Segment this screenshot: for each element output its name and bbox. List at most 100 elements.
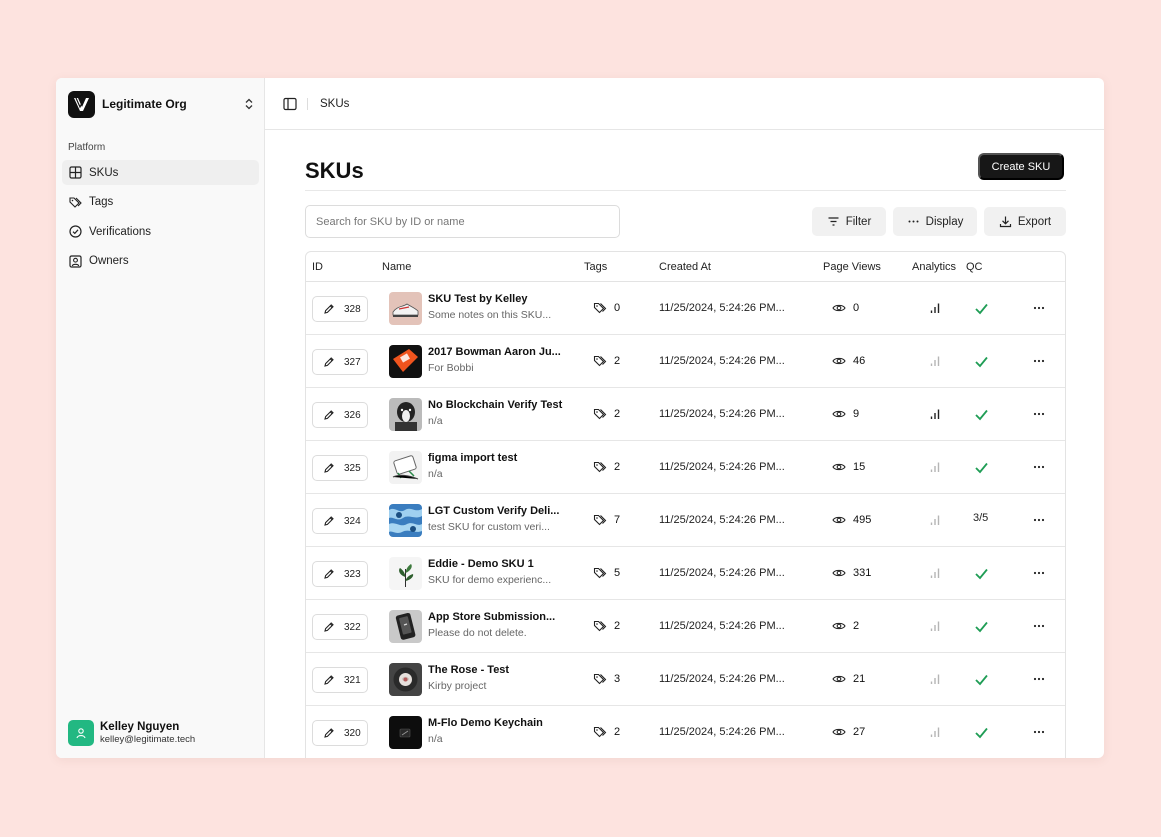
- sku-thumbnail[interactable]: [389, 292, 422, 325]
- sku-page-views: 495: [832, 513, 871, 527]
- pencil-icon: [324, 675, 334, 685]
- column-header-name[interactable]: Name: [382, 261, 411, 273]
- bar-chart-icon[interactable]: [928, 513, 942, 527]
- edit-sku-button[interactable]: 328: [312, 296, 368, 322]
- sku-thumbnail[interactable]: [389, 451, 422, 484]
- column-header-created-at[interactable]: Created At: [659, 261, 711, 273]
- more-options-icon[interactable]: [1031, 459, 1047, 475]
- table-row[interactable]: 323 Eddie - Demo SKU 1 SKU for demo experi…: [306, 547, 1065, 600]
- sku-thumbnail[interactable]: [389, 557, 422, 590]
- sku-name[interactable]: LGT Custom Verify Deli...: [428, 505, 568, 517]
- edit-sku-button[interactable]: 320: [312, 720, 368, 746]
- filter-button[interactable]: Filter: [812, 207, 886, 236]
- sku-name[interactable]: The Rose - Test: [428, 664, 568, 676]
- sku-thumbnail[interactable]: [389, 504, 422, 537]
- export-button[interactable]: Export: [984, 207, 1066, 236]
- more-options-icon[interactable]: [1031, 353, 1047, 369]
- column-header-tags[interactable]: Tags: [584, 261, 607, 273]
- sku-note: Please do not delete.: [428, 627, 527, 639]
- sku-tags[interactable]: 2: [593, 725, 620, 739]
- sidebar-item-tags[interactable]: Tags: [62, 190, 259, 215]
- sidebar-toggle-icon[interactable]: [283, 97, 297, 111]
- create-sku-button[interactable]: Create SKU: [978, 153, 1064, 180]
- sku-name[interactable]: 2017 Bowman Aaron Ju...: [428, 346, 568, 358]
- column-header-page-views[interactable]: Page Views: [823, 261, 881, 273]
- table-row[interactable]: 321 The Rose - Test Kirby project 3 11/25/20…: [306, 653, 1065, 706]
- bar-chart-icon[interactable]: [928, 407, 942, 421]
- sku-tags[interactable]: 2: [593, 354, 620, 368]
- sku-name[interactable]: No Blockchain Verify Test: [428, 399, 568, 411]
- more-options-icon[interactable]: [1031, 300, 1047, 316]
- bar-chart-icon[interactable]: [928, 672, 942, 686]
- column-header-analytics[interactable]: Analytics: [912, 261, 956, 273]
- sku-tags[interactable]: 5: [593, 566, 620, 580]
- sku-tags[interactable]: 7: [593, 513, 620, 527]
- edit-sku-button[interactable]: 327: [312, 349, 368, 375]
- edit-sku-button[interactable]: 326: [312, 402, 368, 428]
- sku-thumbnail[interactable]: [389, 398, 422, 431]
- sku-thumbnail[interactable]: [389, 663, 422, 696]
- sku-name[interactable]: App Store Submission...: [428, 611, 568, 623]
- eye-icon: [832, 622, 846, 630]
- grid-icon: [69, 166, 82, 179]
- bar-chart-icon[interactable]: [928, 725, 942, 739]
- more-options-icon[interactable]: [1031, 565, 1047, 581]
- check-icon: [975, 568, 988, 580]
- search-input[interactable]: [305, 205, 620, 238]
- table-row[interactable]: 320 M-Flo Demo Keychain n/a 2 11/25/2024, 5:…: [306, 706, 1065, 758]
- sku-page-views: 9: [832, 407, 859, 421]
- sku-thumbnail[interactable]: [389, 716, 422, 749]
- edit-sku-button[interactable]: 323: [312, 561, 368, 587]
- edit-sku-button[interactable]: 322: [312, 614, 368, 640]
- more-options-icon[interactable]: [1031, 724, 1047, 740]
- check-icon: [975, 727, 988, 739]
- table-row[interactable]: 328 SKU Test by Kelley Some notes on this …: [306, 282, 1065, 335]
- sku-name[interactable]: SKU Test by Kelley: [428, 293, 568, 305]
- sidebar-item-verifications[interactable]: Verifications: [62, 219, 259, 244]
- edit-sku-button[interactable]: 321: [312, 667, 368, 693]
- sku-note: n/a: [428, 468, 443, 480]
- sku-tags[interactable]: 2: [593, 460, 620, 474]
- sku-name[interactable]: Eddie - Demo SKU 1: [428, 558, 568, 570]
- sku-thumbnail[interactable]: [389, 345, 422, 378]
- sku-tags[interactable]: 0: [593, 301, 620, 315]
- view-count: 15: [853, 461, 866, 473]
- table-row[interactable]: 327 2017 Bowman Aaron Ju... For Bobbi 2 11/2…: [306, 335, 1065, 388]
- divider: [305, 190, 1066, 191]
- sku-id: 322: [344, 621, 361, 633]
- bar-chart-icon[interactable]: [928, 301, 942, 315]
- more-options-icon[interactable]: [1031, 618, 1047, 634]
- table-row[interactable]: 326 No Blockchain Verify Test n/a 2 11/25/20…: [306, 388, 1065, 441]
- display-button[interactable]: Display: [893, 207, 977, 236]
- column-header-id[interactable]: ID: [312, 261, 323, 273]
- tag-count: 5: [614, 567, 621, 579]
- sidebar-item-owners[interactable]: Owners: [62, 249, 259, 274]
- tag-count: 2: [614, 461, 621, 473]
- sku-tags[interactable]: 2: [593, 619, 620, 633]
- user-profile[interactable]: Kelley Nguyen kelley@legitimate.tech: [68, 720, 195, 746]
- sku-note: test SKU for custom veri...: [428, 521, 550, 533]
- bar-chart-icon[interactable]: [928, 460, 942, 474]
- sidebar-item-skus[interactable]: SKUs: [62, 160, 259, 185]
- breadcrumb[interactable]: SKUs: [320, 98, 349, 110]
- sku-tags[interactable]: 2: [593, 407, 620, 421]
- more-options-icon[interactable]: [1031, 512, 1047, 528]
- sku-name[interactable]: M-Flo Demo Keychain: [428, 717, 568, 729]
- bar-chart-icon[interactable]: [928, 619, 942, 633]
- edit-sku-button[interactable]: 325: [312, 455, 368, 481]
- sku-name[interactable]: figma import test: [428, 452, 568, 464]
- bar-chart-icon[interactable]: [928, 566, 942, 580]
- table-row[interactable]: 322 App Store Submission... Please do not …: [306, 600, 1065, 653]
- column-header-qc[interactable]: QC: [966, 261, 983, 273]
- more-options-icon[interactable]: [1031, 671, 1047, 687]
- table-row[interactable]: 324 LGT Custom Verify Deli... test SKU for…: [306, 494, 1065, 547]
- table-row[interactable]: 325 figma import test n/a 2 11/25/2024, 5:24…: [306, 441, 1065, 494]
- bar-chart-icon[interactable]: [928, 354, 942, 368]
- tag-icon: [593, 461, 607, 473]
- sku-thumbnail[interactable]: [389, 610, 422, 643]
- sku-id: 324: [344, 515, 361, 527]
- org-switcher[interactable]: Legitimate Org: [68, 90, 256, 118]
- more-options-icon[interactable]: [1031, 406, 1047, 422]
- edit-sku-button[interactable]: 324: [312, 508, 368, 534]
- sku-tags[interactable]: 3: [593, 672, 620, 686]
